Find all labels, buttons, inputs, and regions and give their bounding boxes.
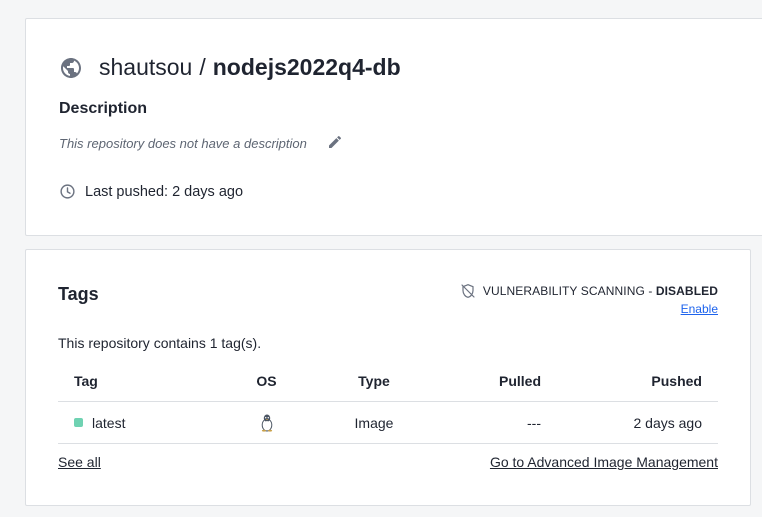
description-heading: Description	[59, 100, 148, 117]
table-header-row: Tag OS Type Pulled Pushed	[58, 361, 718, 402]
vulnerability-label: VULNERABILITY SCANNING -	[482, 284, 656, 298]
repository-name: nodejs2022q4-db	[212, 54, 401, 80]
tag-status-dot	[74, 418, 83, 428]
column-header-os: OS	[214, 361, 319, 402]
repository-title: shautsou / nodejs2022q4-db	[59, 54, 401, 81]
vulnerability-scanning-status: VULNERABILITY SCANNING - DISABLED	[460, 283, 718, 299]
column-header-tag: Tag	[58, 361, 214, 402]
column-header-pulled: Pulled	[429, 361, 541, 402]
pencil-icon[interactable]	[327, 134, 343, 150]
repository-namespace[interactable]: shautsou	[99, 54, 192, 81]
repository-card: shautsou / nodejs2022q4-db Description T…	[25, 18, 762, 236]
repository-separator: /	[199, 54, 206, 80]
shield-off-icon	[461, 284, 475, 298]
os-cell	[214, 401, 319, 444]
tag-name-link[interactable]: latest	[92, 415, 125, 431]
column-header-type: Type	[319, 361, 429, 402]
advanced-image-management-link[interactable]: Go to Advanced Image Management	[490, 454, 718, 470]
type-cell: Image	[319, 401, 429, 444]
see-all-link[interactable]: See all	[58, 454, 101, 470]
clock-icon	[60, 184, 75, 199]
tag-cell: latest	[58, 401, 214, 444]
tags-card: Tags VULNERABILITY SCANNING - DISABLED E…	[25, 249, 751, 506]
tags-heading: Tags	[58, 284, 99, 304]
tag-count-text: This repository contains 1 tag(s).	[58, 335, 262, 351]
pushed-cell: 2 days ago	[541, 401, 718, 444]
pulled-cell: ---	[429, 401, 541, 444]
vulnerability-status: DISABLED	[655, 284, 718, 298]
last-pushed-text: Last pushed: 2 days ago	[85, 183, 244, 200]
last-pushed: Last pushed: 2 days ago	[59, 183, 243, 200]
column-header-pushed: Pushed	[541, 361, 718, 402]
description-text: This repository does not have a descript…	[59, 136, 307, 151]
globe-icon	[61, 57, 81, 78]
tags-table: Tag OS Type Pulled Pushed latest Image -…	[58, 361, 718, 444]
table-row[interactable]: latest Image --- 2 days ago	[58, 401, 718, 444]
enable-scanning-link[interactable]: Enable	[681, 302, 718, 316]
linux-icon	[261, 414, 272, 432]
